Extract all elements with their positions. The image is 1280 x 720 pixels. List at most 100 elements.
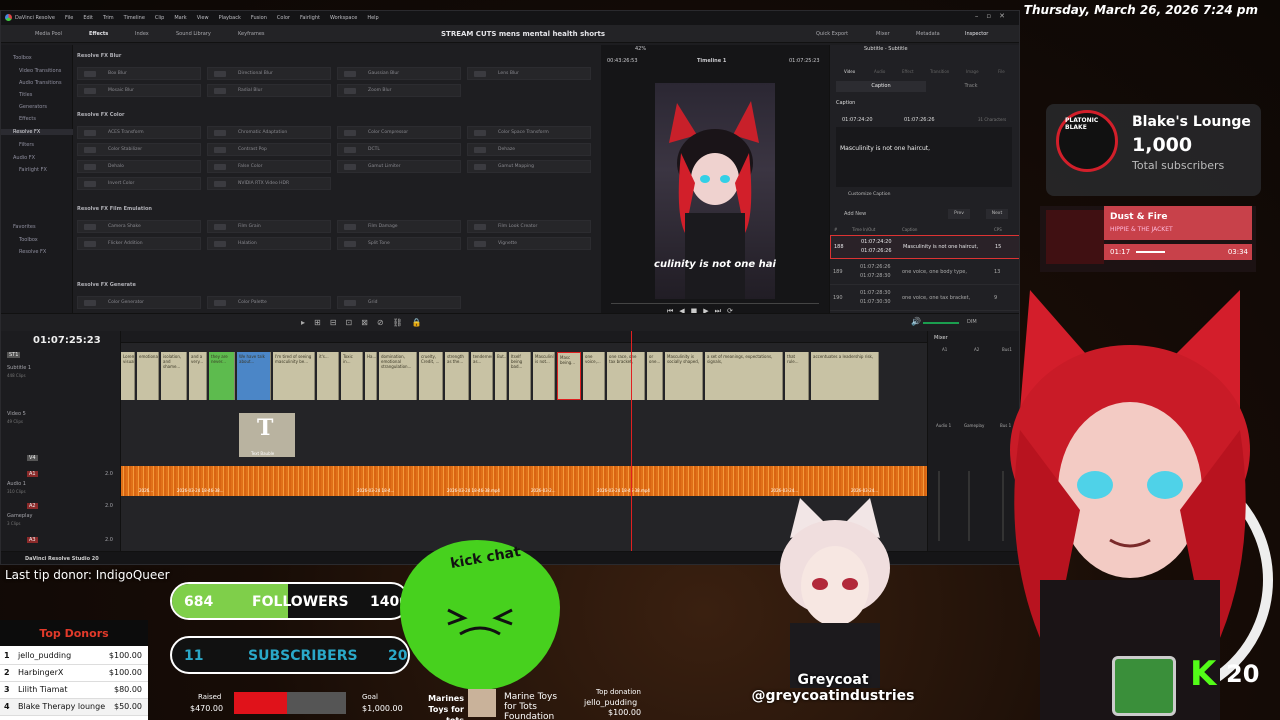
subtitle-clip[interactable]: Lorem visual... xyxy=(121,352,135,400)
subtitle-clip[interactable]: that rule... xyxy=(785,352,809,400)
fx-tile[interactable]: Directional Blur xyxy=(207,67,331,80)
menu-item[interactable]: Fusion xyxy=(251,15,267,21)
tab-transition[interactable]: Transition xyxy=(930,69,949,74)
fx-tile[interactable]: Split Tone xyxy=(337,237,461,250)
fx-tile[interactable]: Gamut Limiter xyxy=(337,160,461,173)
sidebar-item-audio-transitions[interactable]: Audio Transitions xyxy=(19,80,62,86)
sidebar-item-filters[interactable]: Filters xyxy=(19,142,34,148)
menu-item[interactable]: Clip xyxy=(155,15,164,21)
menu-item[interactable]: Timeline xyxy=(124,15,145,21)
sidebar-item-audio-fx[interactable]: Audio FX xyxy=(13,155,35,161)
fx-tile[interactable]: Gamut Mapping xyxy=(467,160,591,173)
menu-item[interactable]: Workspace xyxy=(330,15,357,21)
metadata-button[interactable]: Metadata xyxy=(916,31,940,37)
subtab-caption[interactable]: Caption xyxy=(836,81,926,92)
fx-tile[interactable]: Grid xyxy=(337,296,461,309)
sidebar-item-generators[interactable]: Generators xyxy=(19,104,47,110)
caption-in[interactable]: 01:07:24:20 xyxy=(842,117,873,123)
fx-tile[interactable]: Box Blur xyxy=(77,67,201,80)
media-pool-button[interactable]: Media Pool xyxy=(35,31,62,37)
menu-item[interactable]: Help xyxy=(367,15,378,21)
timeline-name[interactable]: Timeline 1 xyxy=(697,58,726,64)
edit-tools[interactable]: ▸⊞⊟⊡⊠⊘⛓🔒 xyxy=(301,318,431,327)
sidebar-item-video-transitions[interactable]: Video Transitions xyxy=(19,68,61,74)
sidebar-item-fairlight-fx[interactable]: Fairlight FX xyxy=(19,167,47,173)
caption-out[interactable]: 01:07:26:26 xyxy=(904,117,935,123)
fx-tile[interactable]: Color Compressor xyxy=(337,126,461,139)
sidebar-item-titles[interactable]: Titles xyxy=(19,92,32,98)
subtitle-clip[interactable]: one voice,... xyxy=(583,352,605,400)
audio-track-clips[interactable] xyxy=(121,466,927,496)
subtitle-clip[interactable]: But... xyxy=(495,352,507,400)
index-button[interactable]: Index xyxy=(135,31,149,37)
subtitle-clip[interactable]: Masculinity is not... xyxy=(533,352,555,400)
fx-tile[interactable]: Dehalo xyxy=(77,160,201,173)
sidebar-item-favorites[interactable]: Favorites xyxy=(13,224,36,230)
fader-a1[interactable] xyxy=(938,471,940,541)
subtitle-clip[interactable]: tenderness as... xyxy=(471,352,493,400)
sidebar-item-effects[interactable]: Effects xyxy=(19,116,36,122)
volume-slider[interactable] xyxy=(923,322,959,324)
fx-tile[interactable]: Halation xyxy=(207,237,331,250)
volume-icon[interactable]: 🔊 xyxy=(911,317,921,326)
sidebar-item-fav-resolve-fx[interactable]: Resolve FX xyxy=(19,249,46,255)
mixer-button[interactable]: Mixer xyxy=(876,31,890,37)
fx-tile[interactable]: Color Palette xyxy=(207,296,331,309)
subtitle-clip[interactable]: I'm tired of seeing masculinity be... xyxy=(273,352,315,400)
subtitle-clip[interactable]: emotional... xyxy=(137,352,159,400)
subtitle-clip[interactable]: accentuates a leadership risk, xyxy=(811,352,879,400)
subtitle-clip[interactable]: Masc being... xyxy=(557,352,581,400)
subtitle-clip[interactable]: domination, emotional strangulation... xyxy=(379,352,417,400)
fx-tile[interactable]: Zoom Blur xyxy=(337,84,461,97)
menu-item[interactable]: View xyxy=(197,15,209,21)
quick-export-button[interactable]: Quick Export xyxy=(816,31,848,37)
fx-tile[interactable]: Film Look Creator xyxy=(467,220,591,233)
fx-tile[interactable]: Chromatic Adaptation xyxy=(207,126,331,139)
fx-tile[interactable]: Flicker Addition xyxy=(77,237,201,250)
customize-caption-checkbox[interactable]: Customize Caption xyxy=(848,192,890,197)
subtitle-clip[interactable]: a set of meanings, expectations, signals… xyxy=(705,352,783,400)
subtitle-clip[interactable]: they are never... xyxy=(209,352,235,400)
time-ruler[interactable] xyxy=(121,331,927,343)
subtitle-clip[interactable]: cruelty, Credit, ... xyxy=(419,352,443,400)
keyframes-button[interactable]: Keyframes xyxy=(238,31,265,37)
subtitle-clip[interactable]: one race, one tax bracket, xyxy=(607,352,645,400)
text-clip[interactable]: T Text Bauble xyxy=(239,413,295,457)
subtitle-clip[interactable]: We have talk about... xyxy=(237,352,271,400)
sidebar-item-resolve-fx[interactable]: Resolve FX xyxy=(1,129,73,135)
fx-tile[interactable]: Vignette xyxy=(467,237,591,250)
fx-tile[interactable]: ACES Transform xyxy=(77,126,201,139)
scrubber[interactable] xyxy=(611,303,819,304)
playhead[interactable] xyxy=(631,331,632,553)
subtitle-clip[interactable]: or one... xyxy=(647,352,663,400)
subtitle-clip[interactable]: Itself being bad... xyxy=(509,352,531,400)
menu-item[interactable]: DaVinci Resolve xyxy=(15,15,55,21)
prev-button[interactable]: Prev xyxy=(948,209,970,219)
tab-audio[interactable]: Audio xyxy=(874,69,885,74)
fx-tile[interactable]: Film Grain xyxy=(207,220,331,233)
fx-tile[interactable]: DCTL xyxy=(337,143,461,156)
effects-button[interactable]: Effects xyxy=(89,31,108,37)
window-controls[interactable]: –▫✕ xyxy=(975,12,1013,20)
fx-tile[interactable]: Mosaic Blur xyxy=(77,84,201,97)
fx-tile[interactable]: Film Damage xyxy=(337,220,461,233)
fx-tile[interactable]: Color Generator xyxy=(77,296,201,309)
fx-tile[interactable]: Invert Color xyxy=(77,177,201,190)
subtitle-clip[interactable]: isolation, and shame... xyxy=(161,352,187,400)
caption-text-field[interactable]: Masculinity is not one haircut, xyxy=(836,127,1012,187)
subtitle-clip[interactable]: it's... xyxy=(317,352,339,400)
sidebar-item-toolbox[interactable]: Toolbox xyxy=(13,55,32,61)
menu-item[interactable]: Mark xyxy=(174,15,186,21)
fx-tile[interactable]: Color Space Transform xyxy=(467,126,591,139)
subtitle-clip[interactable]: and a very... xyxy=(189,352,207,400)
menu-item[interactable]: File xyxy=(65,15,73,21)
inspector-button[interactable]: Inspector xyxy=(965,31,988,37)
fx-tile[interactable]: False Color xyxy=(207,160,331,173)
fx-tile[interactable]: Contrast Pop xyxy=(207,143,331,156)
add-new-button[interactable]: Add New xyxy=(844,211,866,217)
menu-item[interactable]: Color xyxy=(277,15,290,21)
fx-tile[interactable]: Lens Blur xyxy=(467,67,591,80)
subtab-track[interactable]: Track xyxy=(926,81,1016,92)
next-button[interactable]: Next xyxy=(986,209,1008,219)
fx-tile[interactable]: Color Stabilizer xyxy=(77,143,201,156)
